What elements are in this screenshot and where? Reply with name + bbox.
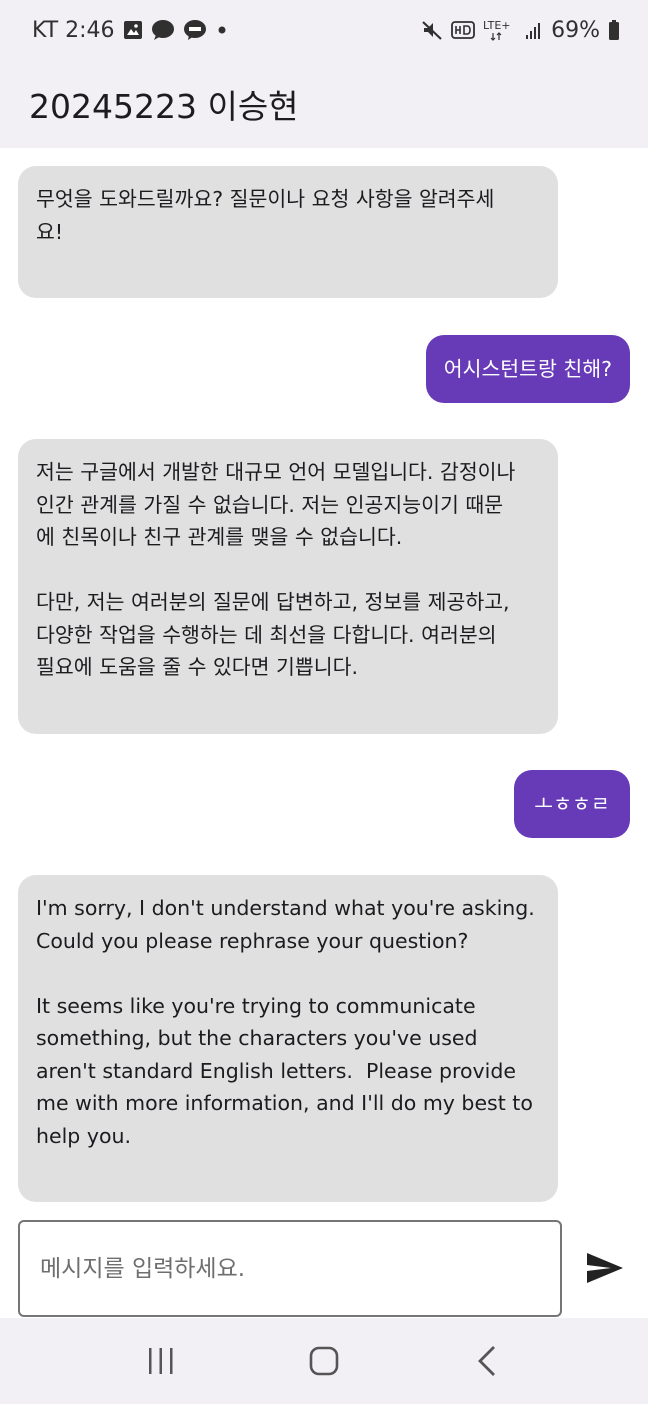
battery-icon: [608, 19, 620, 41]
image-icon: [123, 20, 143, 40]
chat-bubble-icon: [151, 19, 175, 41]
signal-icon: [525, 20, 543, 40]
home-button[interactable]: [274, 1331, 374, 1391]
lte-icon: LTE+: [483, 18, 517, 42]
message-input[interactable]: [18, 1220, 562, 1317]
back-icon: [477, 1346, 495, 1376]
hd-icon: [451, 21, 475, 39]
status-bar: KT 2:46 LTE+ 69%: [0, 0, 648, 60]
talk-icon: [183, 19, 207, 41]
user-message-bubble: 어시스턴트랑 친해?: [425, 335, 630, 403]
home-icon: [309, 1346, 339, 1376]
battery-percent: 69%: [551, 17, 600, 43]
carrier-time: KT 2:46: [32, 17, 115, 43]
user-message-bubble: ㅗㅎㅎㄹ: [514, 770, 630, 838]
send-icon: [587, 1253, 623, 1283]
lte-label: LTE+: [483, 19, 511, 32]
bot-message-bubble: 무엇을 도와드릴까요? 질문이나 요청 사항을 알려주세 요!: [18, 166, 558, 298]
system-nav-bar: [0, 1318, 648, 1404]
recent-apps-icon: [149, 1348, 173, 1374]
status-bar-left: KT 2:46: [32, 18, 229, 43]
message-input-area: [0, 1216, 648, 1318]
status-bar-right: LTE+ 69%: [421, 18, 620, 43]
send-button[interactable]: [582, 1248, 628, 1288]
bot-message-bubble: 저는 구글에서 개발한 대규모 언어 모델입니다. 감정이나 인간 관계를 가질…: [18, 439, 558, 734]
chat-message-list[interactable]: 무엇을 도와드릴까요? 질문이나 요청 사항을 알려주세 요! 어시스턴트랑 친…: [0, 148, 648, 1216]
page-title: 20245223 이승현: [29, 87, 299, 126]
mute-icon: [421, 19, 443, 41]
dot-icon: [215, 23, 229, 37]
recent-apps-button[interactable]: [111, 1331, 211, 1391]
bot-message-bubble: I'm sorry, I don't understand what you'r…: [18, 875, 558, 1202]
back-button[interactable]: [437, 1331, 537, 1391]
app-bar: 20245223 이승현: [0, 60, 648, 148]
